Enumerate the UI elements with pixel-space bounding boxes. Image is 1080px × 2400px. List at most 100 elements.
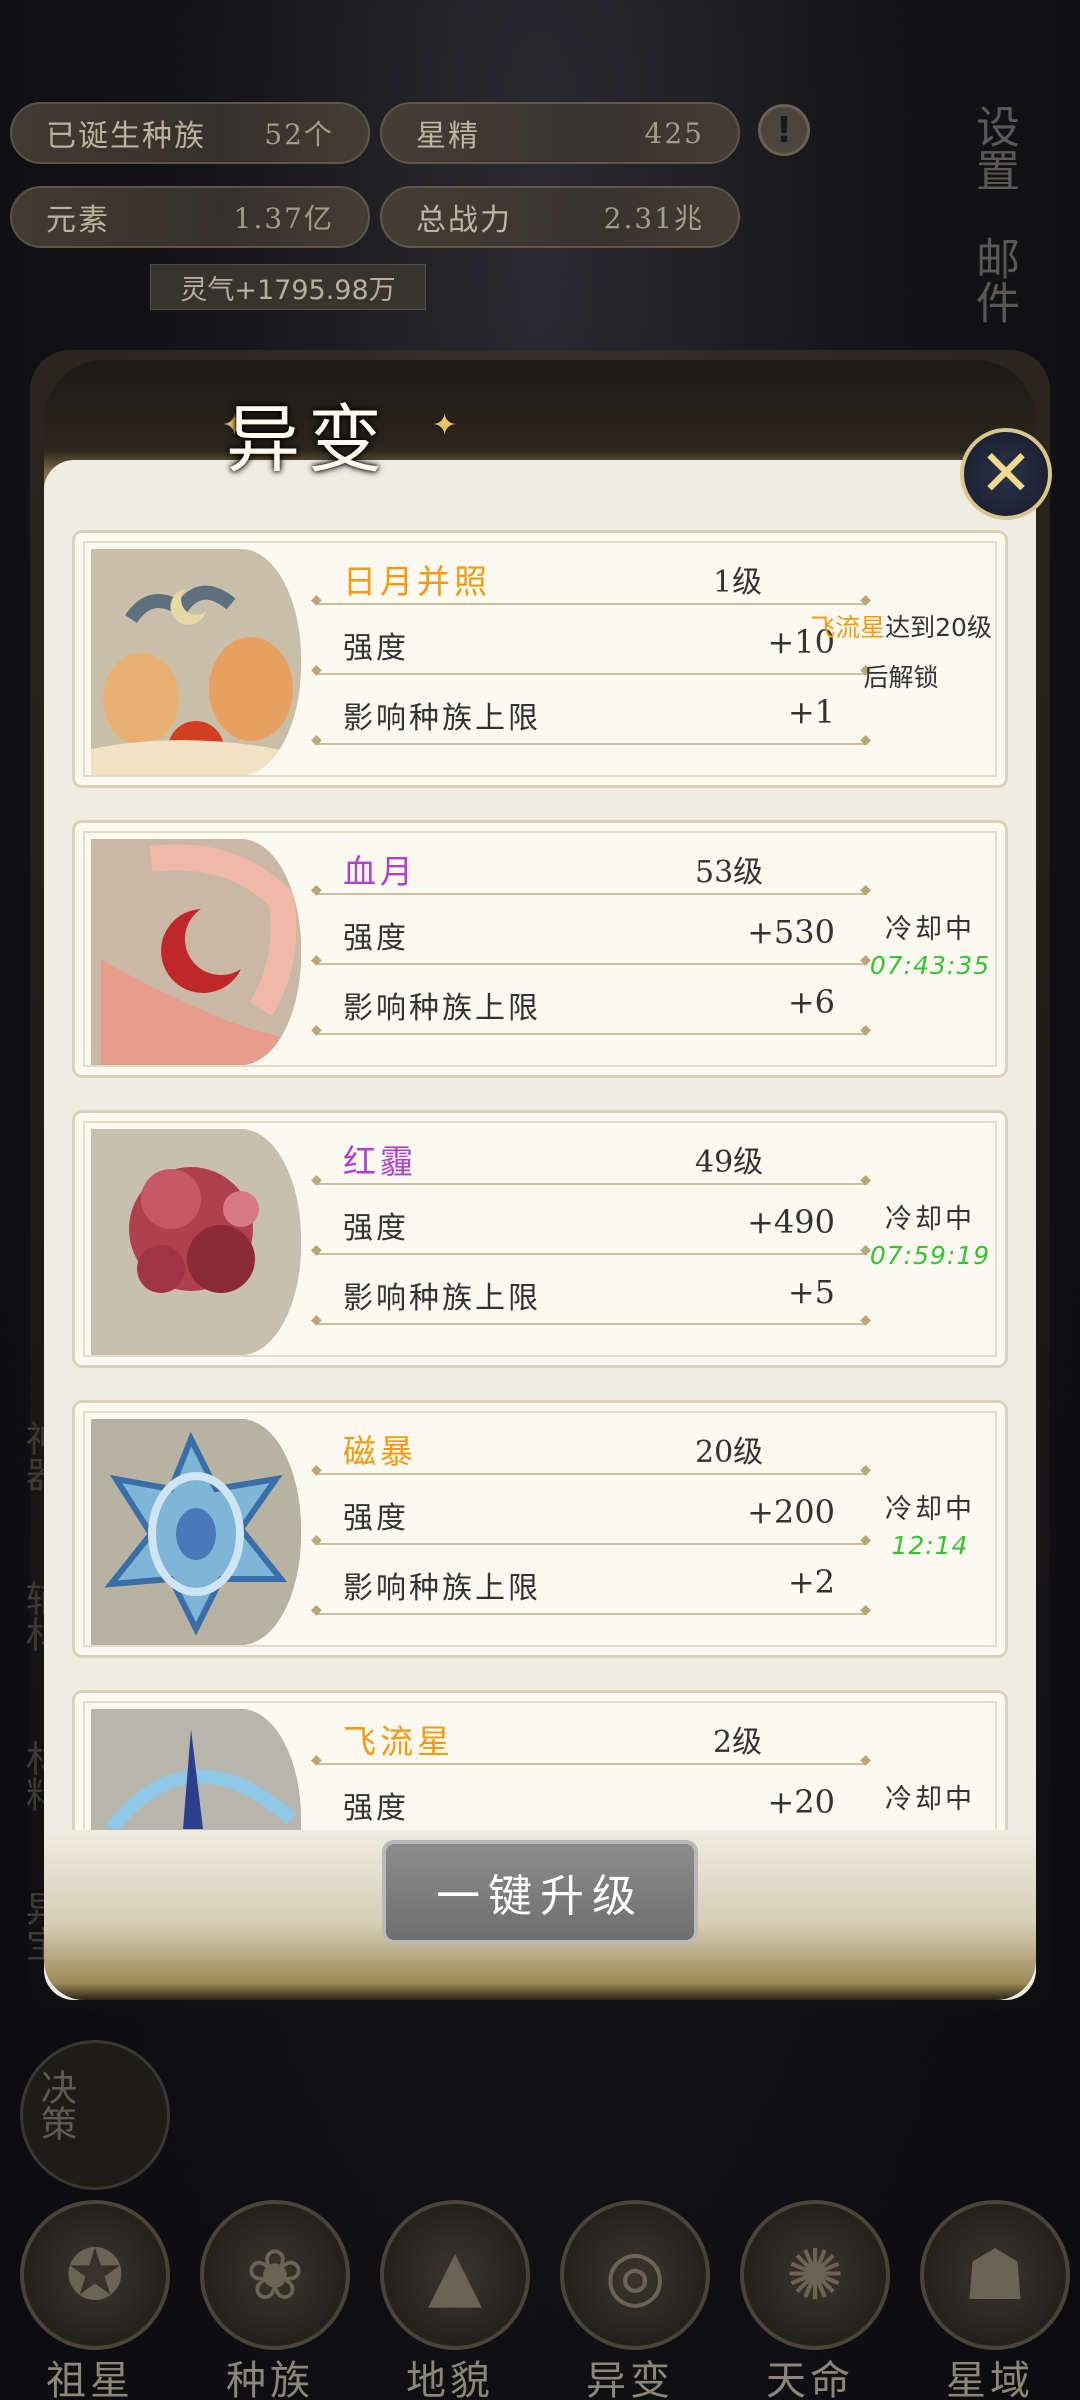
race-limit-label: 影响种族上限 xyxy=(343,1281,541,1316)
divider xyxy=(311,1532,871,1548)
race-icon: ❀ xyxy=(200,2200,350,2350)
strength-value: +530 xyxy=(747,913,835,951)
mutation-card: 血月 53级 强度 +530 影响种族上限 +6 冷却中 07:43:35 xyxy=(72,820,1008,1078)
unlock-requirement: 达到20级 xyxy=(885,613,992,642)
star-essence-stat: 星精 425 xyxy=(380,102,740,164)
star-essence-value: 425 xyxy=(644,116,704,150)
nav-label: 天命 xyxy=(766,2358,854,2400)
cooldown-status: 冷却中 xyxy=(885,914,975,945)
total-power-label: 总战力 xyxy=(416,203,512,238)
decision-label: 决策 xyxy=(35,2069,76,2141)
strength-value: +490 xyxy=(747,1203,835,1241)
nav-ancestor-star[interactable]: ✪ 祖星 xyxy=(5,2190,175,2400)
mutation-level: 49级 xyxy=(695,1145,764,1180)
nav-label: 地貌 xyxy=(406,2358,494,2400)
mutation-level: 2级 xyxy=(713,1725,763,1760)
divider xyxy=(311,662,871,678)
strength-label: 强度 xyxy=(343,1501,409,1536)
strength-value: +200 xyxy=(747,1493,835,1531)
total-power-stat: 总战力 2.31兆 xyxy=(380,186,740,248)
cooldown-timer: 07:59:19 xyxy=(869,1241,991,1270)
destiny-icon: ✺ xyxy=(740,2200,890,2350)
divider xyxy=(311,1312,871,1328)
elements-value: 1.37亿 xyxy=(233,202,334,235)
ancestor-star-icon: ✪ xyxy=(20,2200,170,2350)
mutation-level: 53级 xyxy=(695,855,764,890)
races-born-label: 已诞生种族 xyxy=(46,119,206,154)
mutation-name: 磁暴 xyxy=(343,1432,417,1471)
divider xyxy=(311,1462,871,1478)
races-born-stat: 已诞生种族 52个 xyxy=(10,102,370,164)
elements-label: 元素 xyxy=(46,203,110,238)
strength-label: 强度 xyxy=(343,921,409,956)
divider xyxy=(311,952,871,968)
race-limit-label: 影响种族上限 xyxy=(343,991,541,1026)
mutation-art-blood-moon xyxy=(91,839,301,1065)
star-domain-icon: ☗ xyxy=(920,2200,1070,2350)
divider xyxy=(311,1172,871,1188)
nav-destiny[interactable]: ✺ 天命 xyxy=(725,2190,895,2400)
decision-button[interactable]: 决策 xyxy=(20,2040,170,2190)
races-born-value: 52个 xyxy=(264,118,334,151)
nav-label: 星域 xyxy=(946,2358,1034,2400)
mail-button[interactable]: 邮件 xyxy=(968,236,1019,324)
mutation-card: 日月并照 1级 强度 +10 影响种族上限 +1 飞流星达到20级 后解锁 xyxy=(72,530,1008,788)
race-limit-label: 影响种族上限 xyxy=(343,701,541,736)
mutation-name: 飞流星 xyxy=(343,1722,454,1761)
mutation-list[interactable]: 日月并照 1级 强度 +10 影响种族上限 +1 飞流星达到20级 后解锁 血月… xyxy=(70,530,1010,1830)
mutation-card: 飞流星 2级 强度 +20 冷却中 xyxy=(72,1690,1008,1830)
mutation-name: 血月 xyxy=(343,852,417,891)
cooldown-status: 冷却中 xyxy=(885,1494,975,1525)
mutation-name: 红霾 xyxy=(343,1142,417,1181)
strength-label: 强度 xyxy=(343,631,409,666)
race-limit-value: +5 xyxy=(787,1273,835,1311)
cooldown-timer: 07:43:35 xyxy=(869,951,991,980)
strength-label: 强度 xyxy=(343,1791,409,1826)
nav-label: 祖星 xyxy=(46,2358,134,2400)
cooldown-status: 冷却中 xyxy=(885,1204,975,1235)
bottom-nav: ✪ 祖星 ❀ 种族 ▲ 地貌 ◎ 异变 ✺ 天命 ☗ 星域 xyxy=(0,2190,1080,2400)
unlock-target: 飞流星 xyxy=(810,613,886,642)
mutation-card: 红霾 49级 强度 +490 影响种族上限 +5 冷却中 07:59:19 xyxy=(72,1110,1008,1368)
elements-stat: 元素 1.37亿 xyxy=(10,186,370,248)
nav-race[interactable]: ❀ 种族 xyxy=(185,2190,355,2400)
strength-label: 强度 xyxy=(343,1211,409,1246)
mutation-card: 磁暴 20级 强度 +200 影响种族上限 +2 冷却中 12:14 xyxy=(72,1400,1008,1658)
total-power-value: 2.31兆 xyxy=(603,202,704,235)
divider xyxy=(311,592,871,608)
nav-label: 异变 xyxy=(586,2358,674,2400)
race-limit-value: +6 xyxy=(787,983,835,1021)
strength-value: +20 xyxy=(767,1783,835,1821)
title-star-icon: ✦ xyxy=(432,408,458,443)
divider xyxy=(311,1022,871,1038)
unlock-condition: 飞流星达到20级 后解锁 xyxy=(791,603,1010,703)
upgrade-all-button[interactable]: 一键升级 xyxy=(382,1840,698,1944)
unlock-suffix: 后解锁 xyxy=(863,663,939,692)
mutation-name: 日月并照 xyxy=(343,562,491,601)
divider xyxy=(311,732,871,748)
race-limit-value: +2 xyxy=(787,1563,835,1601)
divider xyxy=(311,1602,871,1618)
cooldown-status: 冷却中 xyxy=(885,1784,975,1815)
mutation-art-shooting-star xyxy=(91,1709,301,1830)
race-limit-label: 影响种族上限 xyxy=(343,1571,541,1606)
alert-icon[interactable]: ! xyxy=(758,104,810,156)
aura-gain: 灵气+1795.98万 xyxy=(150,264,426,310)
mutation-icon: ◎ xyxy=(560,2200,710,2350)
divider xyxy=(311,1752,871,1768)
mutation-art-sun-moon xyxy=(91,549,301,775)
nav-terrain[interactable]: ▲ 地貌 xyxy=(365,2190,535,2400)
nav-label: 种族 xyxy=(226,2358,314,2400)
divider xyxy=(311,882,871,898)
cooldown-timer: 12:14 xyxy=(891,1531,969,1560)
modal-title: 异变 xyxy=(226,397,390,483)
mutation-art-red-haze xyxy=(91,1129,301,1355)
mutation-level: 20级 xyxy=(695,1435,764,1470)
nav-star-domain[interactable]: ☗ 星域 xyxy=(905,2190,1075,2400)
close-icon[interactable]: ✕ xyxy=(960,428,1052,520)
star-essence-label: 星精 xyxy=(416,119,480,154)
nav-mutation[interactable]: ◎ 异变 xyxy=(545,2190,715,2400)
mutation-level: 1级 xyxy=(713,565,763,600)
terrain-icon: ▲ xyxy=(380,2200,530,2350)
settings-button[interactable]: 设置 xyxy=(968,104,1019,192)
